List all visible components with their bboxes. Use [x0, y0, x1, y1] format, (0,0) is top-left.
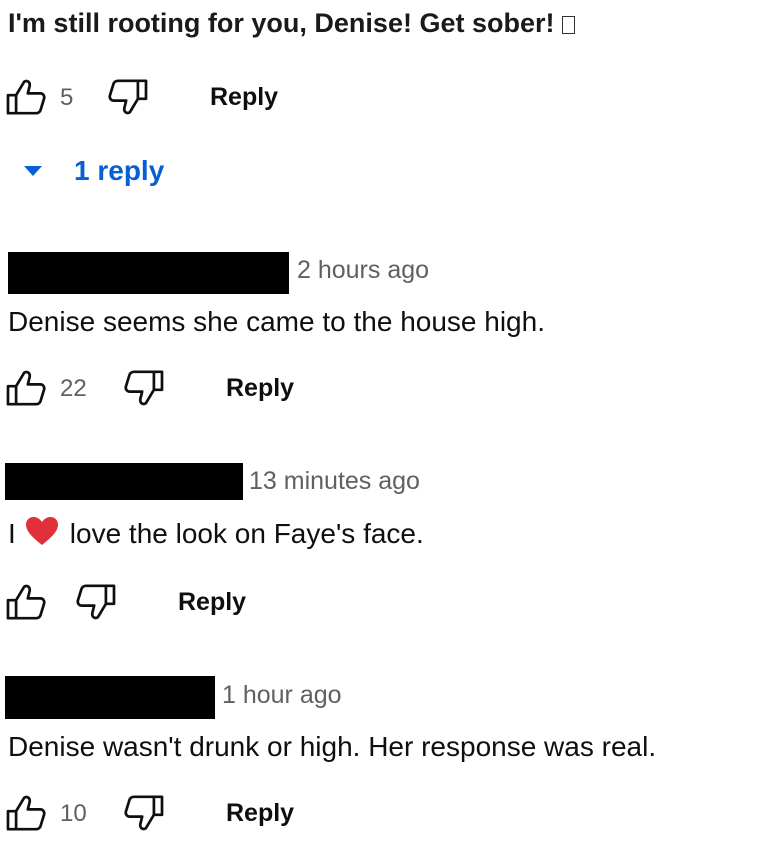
like-count: 10 [60, 800, 87, 827]
thumbs-down-icon[interactable] [76, 584, 116, 620]
comment-text-start: I [8, 518, 16, 549]
redacted-username [5, 676, 215, 719]
reply-button[interactable]: Reply [178, 588, 246, 617]
reply-button[interactable]: Reply [226, 799, 294, 828]
replies-count-label: 1 reply [74, 155, 165, 186]
redacted-username [8, 252, 289, 294]
comment-timestamp: 2 hours ago [297, 256, 430, 284]
comment-timestamp: 1 hour ago [222, 681, 342, 709]
top-comment-text: I'm still rooting for you, Denise! Get s… [8, 8, 576, 39]
comment-text: Denise wasn't drunk or high. Her respons… [8, 731, 657, 762]
comment-text: Ilove the look on Faye's face. [8, 515, 424, 554]
thumbs-down-icon[interactable] [108, 79, 148, 115]
thumbs-up-icon[interactable] [6, 79, 46, 115]
redacted-username [5, 463, 243, 500]
thumbs-down-icon[interactable] [124, 795, 164, 831]
caret-down-icon [24, 166, 42, 176]
reply-button[interactable]: Reply [226, 374, 294, 403]
thumbs-up-icon[interactable] [6, 795, 46, 831]
like-count: 5 [60, 84, 74, 111]
comment-timestamp: 13 minutes ago [249, 467, 420, 495]
missing-emoji-glyph [562, 16, 576, 34]
like-count: 22 [60, 375, 87, 402]
reply-button[interactable]: Reply [210, 83, 278, 112]
thumbs-down-icon[interactable] [124, 370, 164, 406]
comment-text: Denise seems she came to the house high. [8, 306, 545, 337]
view-replies-toggle[interactable]: 1 reply [20, 155, 164, 187]
thumbs-up-icon[interactable] [6, 370, 46, 406]
thumbs-up-icon[interactable] [6, 584, 46, 620]
comment-text-end: love the look on Faye's face. [69, 518, 424, 549]
top-comment-body: I'm still rooting for you, Denise! Get s… [8, 8, 555, 38]
red-heart-icon [24, 515, 60, 554]
